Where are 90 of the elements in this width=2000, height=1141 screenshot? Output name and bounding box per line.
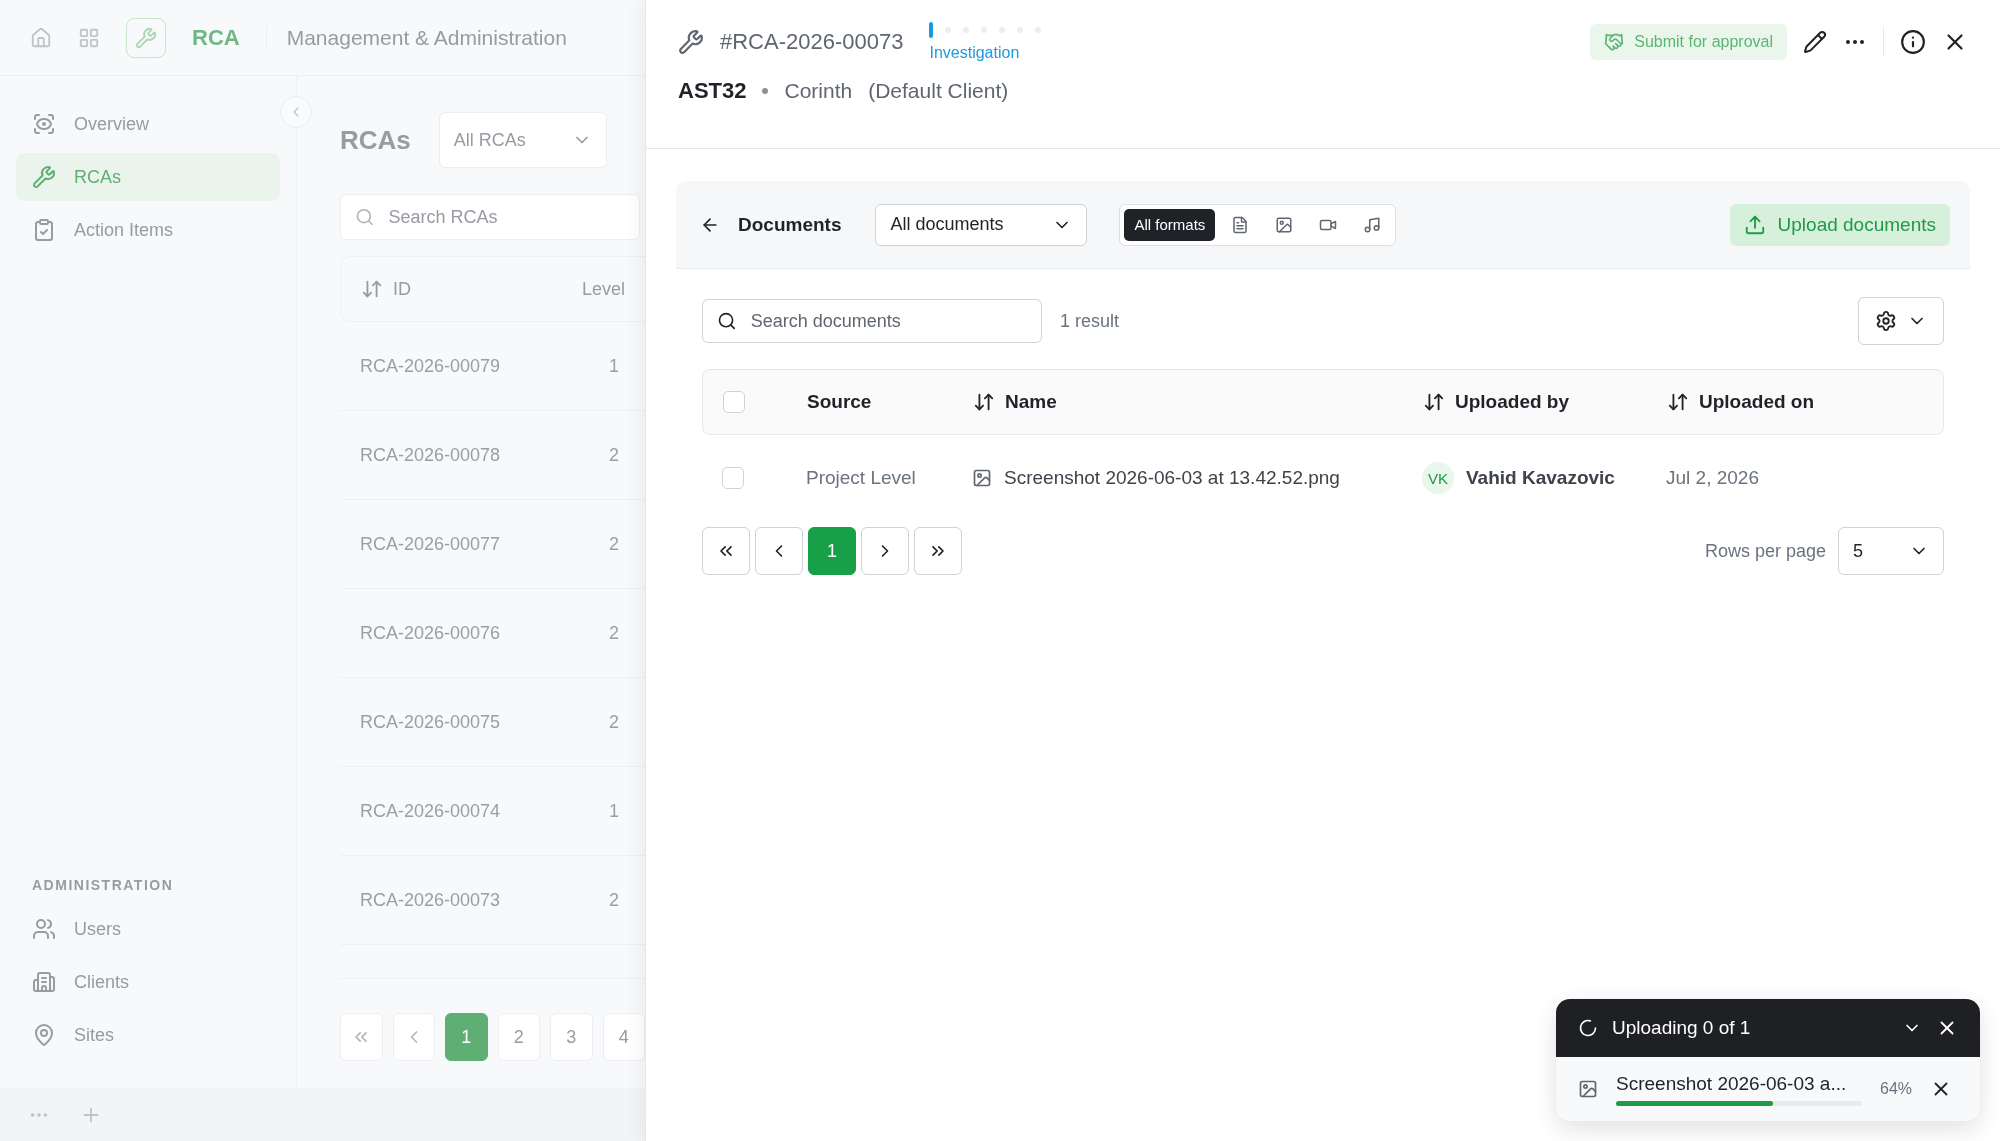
select-all-checkbox[interactable] — [723, 391, 745, 413]
table-cell-text: 1 — [609, 355, 620, 377]
asset-code: AST32 — [678, 78, 747, 104]
search-icon — [717, 310, 737, 332]
file-name: Screenshot 2026-06-03 a... — [1616, 1072, 1848, 1095]
table-cell-text: 2 — [609, 444, 620, 466]
section-heading: ADMINISTRATION — [31, 877, 175, 895]
table-cell: RCA-2026-00075 — [360, 711, 501, 733]
wrench-icon — [32, 165, 56, 189]
info-icon[interactable] — [1900, 29, 1926, 55]
settings-button[interactable] — [1858, 297, 1944, 345]
record-id: #RCA-2026-00073 — [720, 29, 904, 55]
spinner-icon — [1578, 1018, 1598, 1038]
uploader-name: Vahid Kavazovic — [1466, 467, 1615, 489]
table-cell-text: Project Level — [806, 467, 917, 489]
table-cell: RCA-2026-00078 — [360, 444, 501, 466]
map-pin-icon — [32, 1023, 56, 1047]
music-icon — [1363, 215, 1382, 234]
row-checkbox[interactable] — [722, 467, 744, 489]
page-title: RCAs — [340, 124, 411, 156]
page-button[interactable]: 4 — [602, 1013, 645, 1061]
sidebar-item[interactable]: Action Items — [16, 206, 280, 254]
client-name: (Default Client) — [868, 79, 1009, 103]
rows-per-page-dropdown[interactable]: 5 — [1838, 527, 1944, 575]
image-icon — [972, 468, 992, 488]
result-count: 1 result — [1060, 310, 1120, 332]
pencil-icon[interactable] — [1803, 30, 1827, 54]
eye-scan-icon — [32, 112, 56, 136]
search-input[interactable]: Search RCAs — [386, 205, 625, 229]
page-button[interactable]: 1 — [445, 1013, 488, 1061]
column-header[interactable]: Uploaded by — [1423, 391, 1667, 413]
first-page-button[interactable] — [702, 527, 750, 575]
page-button[interactable]: 2 — [497, 1013, 540, 1061]
sort-icon — [973, 391, 995, 413]
rows-per-page-label: Rows per page — [1704, 540, 1826, 562]
column-header: Level — [581, 278, 625, 300]
table-cell-text: 2 — [609, 622, 620, 644]
avatar: VK — [1422, 462, 1454, 494]
table-cell: RCA-2026-00074 — [360, 800, 501, 822]
search-input[interactable]: Search documents — [748, 309, 1027, 333]
toast-title: Uploading 0 of 1 — [1612, 1017, 1751, 1039]
sidebar-item[interactable]: Clients — [16, 958, 280, 1006]
search-field[interactable]: Search documents — [702, 299, 1042, 343]
table-cell-text: 2 — [609, 533, 620, 555]
bullet-icon — [762, 88, 769, 94]
sidebar-item[interactable]: Sites — [16, 1011, 280, 1059]
section-title: Management & Administration — [265, 25, 567, 50]
upload-icon — [1743, 213, 1766, 236]
page-button[interactable]: 3 — [550, 1013, 593, 1061]
image-icon — [1578, 1079, 1598, 1099]
documents-dropdown[interactable]: All documents — [875, 203, 1088, 246]
sort-icon — [1423, 391, 1445, 413]
table-cell: RCA-2026-00073 — [360, 889, 501, 911]
users-icon — [32, 917, 56, 941]
format-button[interactable]: All formats — [1124, 208, 1216, 241]
settings-icon — [1875, 310, 1897, 332]
sidebar-item[interactable]: Overview — [16, 100, 280, 148]
building-icon — [32, 970, 56, 994]
image-icon — [1275, 215, 1294, 234]
search-icon — [355, 206, 375, 228]
column-header: ID — [393, 278, 411, 300]
filter-dropdown[interactable]: All RCAs — [438, 112, 607, 168]
table-cell-text: 2 — [609, 889, 620, 911]
progress-percent: 64% — [1880, 1080, 1913, 1098]
wrench-icon — [678, 29, 704, 55]
sidebar-item[interactable]: Users — [16, 905, 280, 953]
table-cell-text: Jul 2, 2026 — [1666, 467, 1760, 489]
submit-button[interactable]: Submit for approval — [1590, 24, 1787, 60]
stage-label: Investigation — [929, 44, 1021, 62]
last-page-button[interactable] — [914, 527, 962, 575]
column-header[interactable]: Source — [807, 391, 973, 413]
app-name: RCA — [192, 24, 240, 51]
site-name: Corinth — [784, 79, 853, 103]
column-header[interactable]: Uploaded on — [1667, 391, 1923, 413]
sidebar-item[interactable]: RCAs — [16, 153, 280, 201]
sort-icon — [361, 278, 383, 300]
clipboard-check-icon — [32, 218, 56, 242]
handshake-icon — [1604, 32, 1625, 52]
sort-icon — [1667, 391, 1689, 413]
section-title: Documents — [738, 213, 842, 236]
table-cell: RCA-2026-00077 — [360, 533, 501, 555]
page-button[interactable]: 1 — [808, 527, 856, 575]
upload-button[interactable]: Upload documents — [1729, 203, 1950, 246]
table-cell: RCA-2026-00079 — [360, 355, 501, 377]
table-cell: RCA-2026-00076 — [360, 622, 501, 644]
column-header[interactable]: Name — [973, 391, 1423, 413]
table-cell-text: 1 — [609, 800, 620, 822]
table-cell-text: 2 — [609, 711, 620, 733]
document-icon — [1231, 215, 1250, 234]
file-name: Screenshot 2026-06-03 at 13.42.52.png — [1004, 467, 1340, 489]
